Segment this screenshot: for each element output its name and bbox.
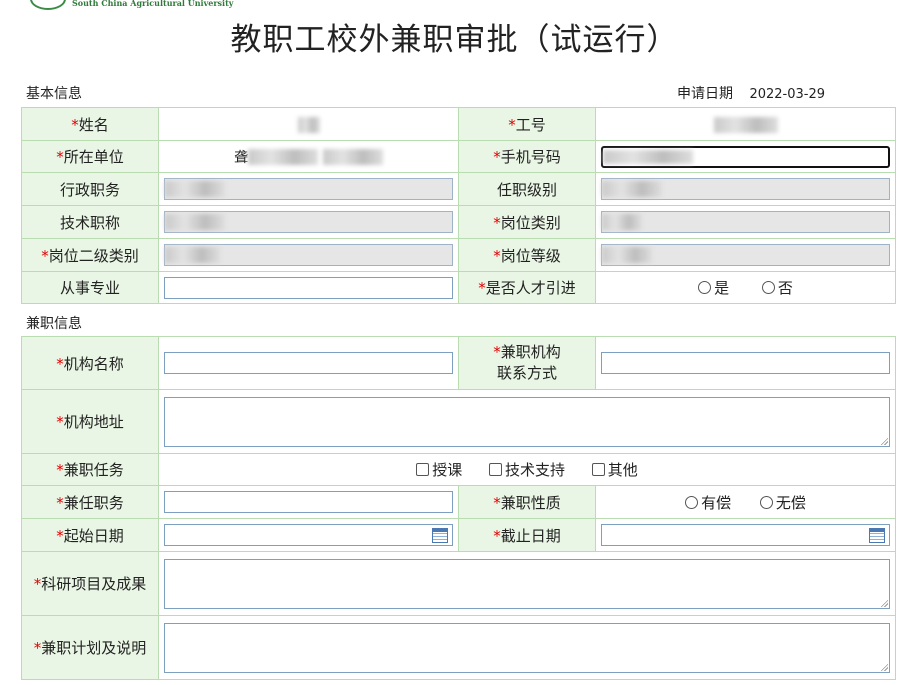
- staff-no-value: [595, 107, 896, 141]
- calendar-icon[interactable]: [432, 528, 448, 543]
- task-tech-option[interactable]: 技术支持: [488, 459, 565, 480]
- staff-no-label: *工号: [458, 107, 596, 141]
- nature-options: 有偿 无偿: [595, 485, 896, 519]
- talent-no-radio[interactable]: [761, 281, 775, 294]
- talent-label: *是否人才引进: [458, 271, 596, 304]
- task-teach-checkbox[interactable]: [416, 463, 430, 476]
- post-input[interactable]: [164, 491, 453, 513]
- talent-yes-option[interactable]: 是: [698, 277, 729, 298]
- plan-label: *兼职计划及说明: [21, 615, 159, 680]
- university-logo: [30, 0, 66, 10]
- nature-unpaid-radio[interactable]: [759, 495, 773, 509]
- calendar-icon[interactable]: [869, 528, 885, 543]
- research-label: *科研项目及成果: [21, 551, 159, 616]
- post-grade-label: *岗位等级: [458, 238, 596, 272]
- page-title: 教职工校外兼职审批（试运行）: [230, 22, 679, 58]
- nature-paid-option[interactable]: 有偿: [685, 492, 731, 513]
- end-date-label: *截止日期: [458, 518, 596, 552]
- task-tech-checkbox[interactable]: [488, 463, 502, 476]
- post-grade-field: [601, 244, 890, 266]
- post-label: *兼任职务: [21, 485, 159, 519]
- major-label: 从事专业: [21, 271, 159, 304]
- parttime-section-title: 兼职信息: [26, 316, 82, 332]
- task-teach-option[interactable]: 授课: [416, 459, 462, 480]
- org-name-label: *机构名称: [21, 336, 159, 390]
- level-field: [601, 178, 890, 200]
- admin-post-field: [164, 178, 453, 200]
- org-contact-label: *兼职机构 联系方式: [458, 336, 596, 390]
- resize-grip-icon[interactable]: [880, 436, 888, 445]
- org-contact-input[interactable]: [601, 352, 890, 374]
- org-name-input[interactable]: [164, 352, 453, 374]
- post-type-field: [601, 211, 890, 233]
- tech-title-label: 技术职称: [21, 205, 159, 239]
- unit-label: *所在单位: [21, 140, 159, 173]
- org-addr-label: *机构地址: [21, 389, 159, 454]
- apply-date-value: 2022-03-29: [749, 87, 825, 102]
- parttime-info-table: *机构名称 *兼职机构 联系方式 *机构地址 *兼职任务 授课 技术支持 其他 *…: [21, 336, 896, 680]
- unit-value: 聋: [158, 140, 459, 173]
- start-date-label: *起始日期: [21, 518, 159, 552]
- apply-date: 申请日期 2022-03-29: [677, 83, 825, 103]
- talent-no-option[interactable]: 否: [761, 277, 793, 298]
- post-type-label: *岗位类别: [458, 205, 596, 239]
- task-other-checkbox[interactable]: [591, 463, 605, 476]
- nature-paid-radio[interactable]: [685, 495, 699, 509]
- post-subtype-label: *岗位二级类别: [21, 238, 159, 272]
- start-date-input[interactable]: [164, 524, 453, 546]
- admin-post-label: 行政职务: [21, 172, 159, 206]
- name-value: [158, 107, 459, 141]
- basic-info-table: *姓名 *工号 *所在单位 聋 *手机号码 行政职务 任职级别 技术职称 *岗位…: [21, 107, 896, 304]
- org-addr-textarea[interactable]: [164, 396, 890, 447]
- task-options: 授课 技术支持 其他: [158, 453, 896, 486]
- nature-unpaid-option[interactable]: 无偿: [759, 492, 806, 513]
- task-label: *兼职任务: [21, 453, 159, 486]
- university-name: South China Agricultural University: [72, 0, 234, 8]
- end-date-input[interactable]: [601, 524, 890, 546]
- plan-textarea[interactable]: [164, 622, 890, 673]
- resize-grip-icon[interactable]: [880, 662, 888, 671]
- tech-title-field: [164, 211, 453, 233]
- task-other-option[interactable]: 其他: [591, 459, 638, 480]
- basic-section-title: 基本信息: [26, 86, 82, 102]
- post-subtype-field: [164, 244, 453, 266]
- resize-grip-icon[interactable]: [880, 598, 888, 607]
- level-label: 任职级别: [458, 172, 596, 206]
- phone-label: *手机号码: [458, 140, 596, 173]
- talent-yes-radio[interactable]: [698, 281, 712, 294]
- major-input[interactable]: [164, 276, 453, 299]
- name-label: *姓名: [21, 107, 159, 141]
- talent-options: 是 否: [595, 271, 896, 304]
- nature-label: *兼职性质: [458, 485, 596, 519]
- phone-input[interactable]: [601, 145, 890, 168]
- research-textarea[interactable]: [164, 558, 890, 609]
- apply-date-label: 申请日期: [676, 86, 733, 102]
